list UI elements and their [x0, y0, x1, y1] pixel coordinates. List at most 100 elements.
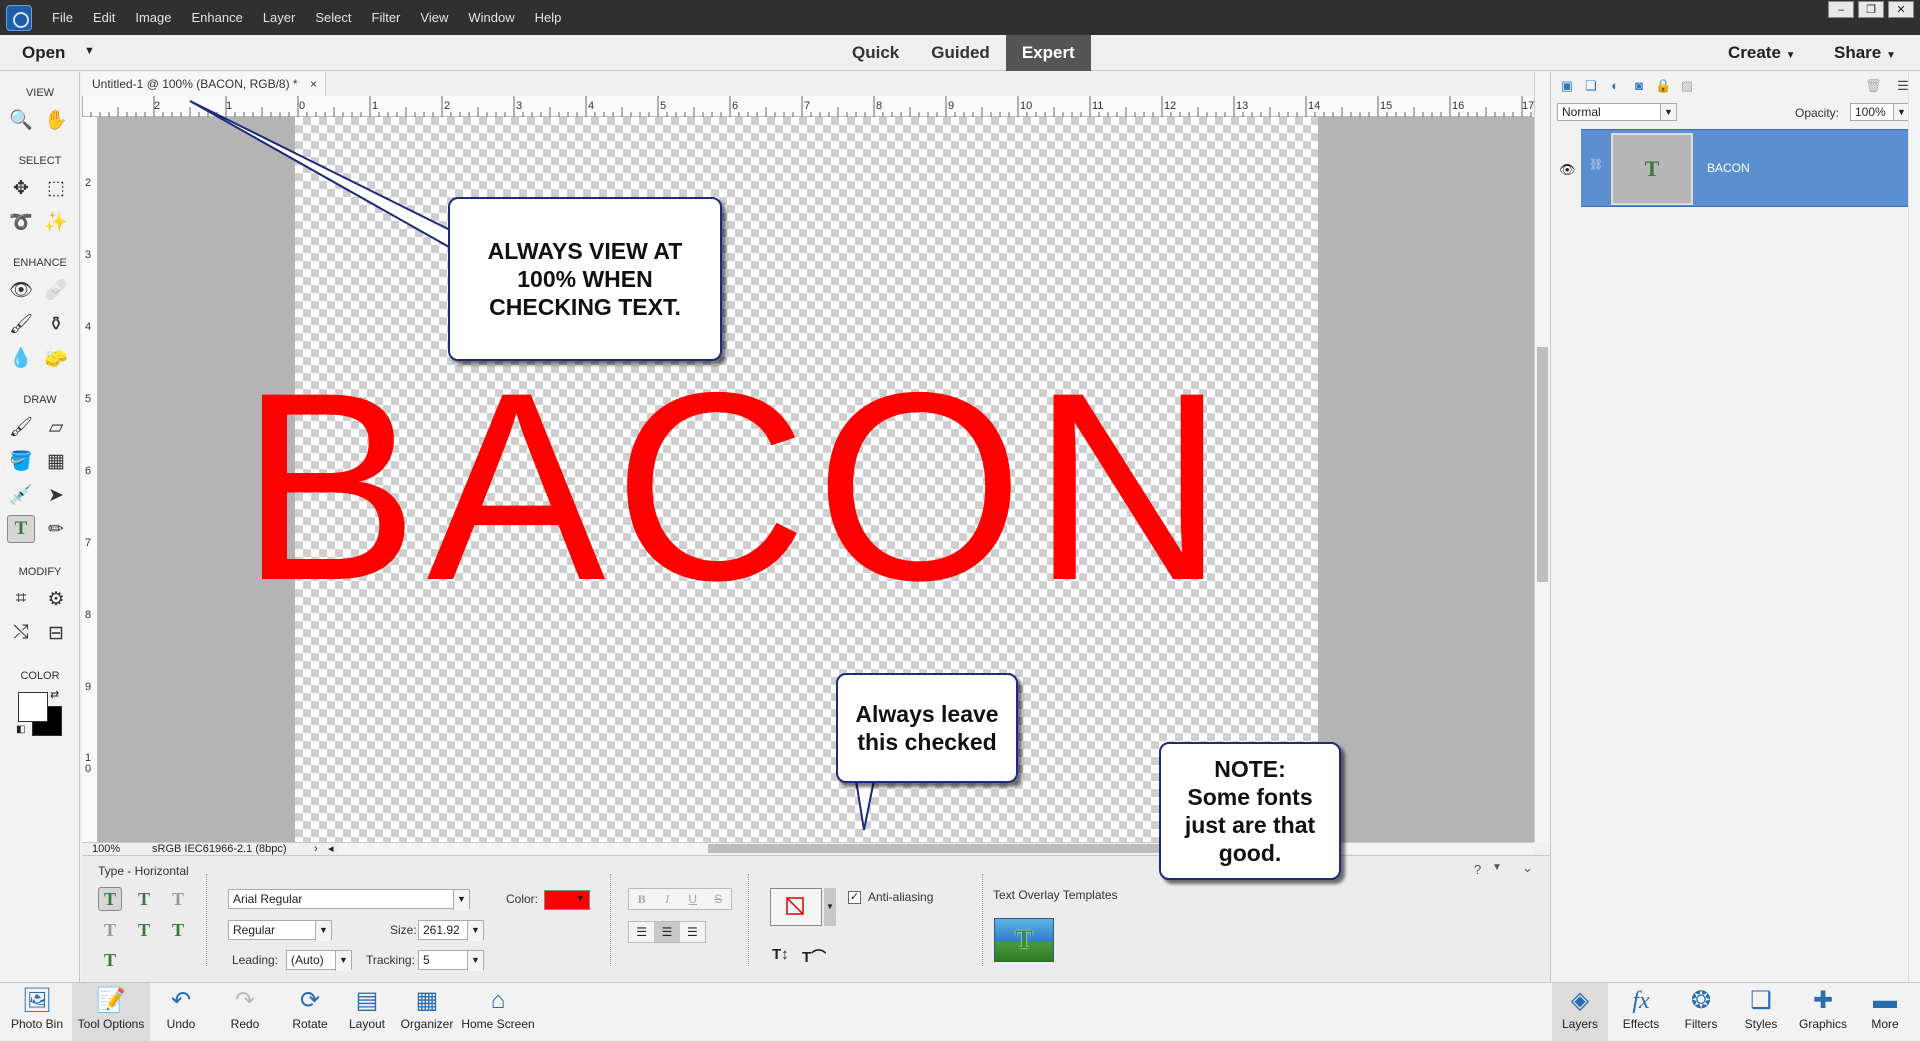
layer-mask-icon[interactable]: ◙	[1631, 78, 1647, 94]
opacity-field[interactable]: 100% ▼	[1850, 103, 1910, 121]
text-on-path-icon[interactable]: T⌒	[802, 946, 826, 967]
vertical-mask-icon[interactable]: T	[98, 918, 122, 942]
collapse-options-icon[interactable]: ⌄	[1522, 860, 1533, 876]
menu-filter[interactable]: Filter	[362, 10, 411, 25]
layer-row[interactable]: ⛓ T BACON	[1581, 129, 1920, 207]
menu-help[interactable]: Help	[525, 10, 572, 25]
canvas-text-layer[interactable]: BACON	[240, 352, 1280, 620]
redo-button[interactable]: ↷ Redo	[222, 983, 268, 1041]
underline-button[interactable]: U	[680, 889, 706, 909]
spot-healing-icon[interactable]: 🩹	[42, 276, 70, 304]
paragraph-type-icon[interactable]: T	[132, 918, 156, 942]
move-icon[interactable]: ✥	[7, 174, 35, 202]
eyedropper-icon[interactable]: 💉	[7, 481, 35, 509]
vertical-type-icon[interactable]: T	[132, 887, 156, 911]
blur-icon[interactable]: 💧	[7, 344, 35, 372]
new-layer-icon[interactable]: ▣	[1559, 78, 1575, 94]
mode-expert[interactable]: Expert	[1005, 35, 1091, 71]
horizontal-mask-icon[interactable]: T	[166, 887, 190, 911]
menu-edit[interactable]: Edit	[83, 10, 125, 25]
strikethrough-button[interactable]: S	[706, 889, 732, 909]
layer-name[interactable]: BACON	[1707, 161, 1750, 175]
gradient-icon[interactable]: ▦	[42, 447, 70, 475]
align-right-icon[interactable]: ☰	[680, 922, 705, 942]
swap-colors-icon[interactable]: ⇄	[50, 688, 59, 701]
magic-wand-icon[interactable]: ✨	[42, 208, 70, 236]
tracking-field[interactable]: 5 ▼	[418, 950, 484, 971]
anti-aliasing-checkbox[interactable]: ✓	[848, 891, 861, 904]
new-group-icon[interactable]: ❏	[1583, 78, 1599, 94]
shape-type-icon[interactable]: T	[166, 918, 190, 942]
brush-icon[interactable]: 🖌	[7, 413, 35, 441]
italic-button[interactable]: I	[655, 889, 681, 909]
leading-field[interactable]: (Auto) ▼	[286, 950, 352, 971]
horizontal-scroll-thumb[interactable]	[708, 844, 1188, 853]
filters-button[interactable]: ❂ Filters	[1674, 983, 1728, 1041]
lasso-icon[interactable]: ➰	[7, 208, 35, 236]
paint-bucket-icon[interactable]: 🪣	[7, 447, 35, 475]
menu-layer[interactable]: Layer	[253, 10, 306, 25]
type-icon[interactable]: T	[7, 515, 35, 543]
hand-icon[interactable]: ✋	[42, 106, 70, 134]
mode-quick[interactable]: Quick	[836, 35, 915, 71]
panel-scrollbar[interactable]	[1908, 72, 1920, 982]
align-center-icon[interactable]: ☰	[654, 922, 680, 942]
lock-all-icon[interactable]: 🔒	[1655, 78, 1671, 94]
link-icon[interactable]: ⛓	[1589, 158, 1603, 171]
menu-enhance[interactable]: Enhance	[182, 10, 253, 25]
document-tab[interactable]: Untitled-1 @ 100% (BACON, RGB/8) * ×	[82, 72, 326, 96]
styles-button[interactable]: ❑ Styles	[1734, 983, 1788, 1041]
text-template-thumbnail[interactable]: T	[994, 918, 1054, 962]
menu-select[interactable]: Select	[305, 10, 361, 25]
restore-button[interactable]: ❐	[1858, 1, 1884, 18]
straighten-icon[interactable]: ⊟	[42, 619, 70, 647]
home-screen-button[interactable]: ⌂ Home Screen	[458, 983, 538, 1041]
recompose-icon[interactable]: ⚙	[42, 585, 70, 613]
bold-button[interactable]: B	[629, 889, 655, 909]
layout-button[interactable]: ▤ Layout	[342, 983, 392, 1041]
help-dropdown-icon[interactable]: ▼	[1492, 862, 1502, 873]
delete-layer-icon[interactable]: 🗑	[1865, 78, 1882, 94]
mode-guided[interactable]: Guided	[915, 35, 1006, 71]
rotate-button[interactable]: ⟳ Rotate	[282, 983, 338, 1041]
help-icon[interactable]: ?	[1474, 862, 1481, 877]
menu-file[interactable]: File	[42, 10, 83, 25]
eraser-icon[interactable]: ▱	[42, 413, 70, 441]
graphics-button[interactable]: ✚ Graphics	[1792, 983, 1854, 1041]
close-window-button[interactable]: ✕	[1888, 1, 1914, 18]
path-type-icon[interactable]: T	[98, 948, 122, 972]
menu-view[interactable]: View	[410, 10, 458, 25]
horizontal-type-icon[interactable]: T	[98, 887, 122, 911]
crop-icon[interactable]: ⌗	[7, 585, 35, 613]
adjustment-layer-icon[interactable]: ◐	[1607, 78, 1623, 94]
chevron-down-icon[interactable]: ▼	[576, 893, 585, 903]
visibility-eye-icon[interactable]: 👁	[1559, 162, 1576, 178]
smart-brush-icon[interactable]: 🖌	[7, 310, 35, 338]
share-button[interactable]: Share ▼	[1834, 43, 1896, 63]
vertical-scrollbar[interactable]	[1534, 72, 1550, 842]
warp-dropdown-icon[interactable]: ▼	[824, 888, 836, 926]
more-button[interactable]: ▬ More	[1860, 983, 1910, 1041]
tool-options-button[interactable]: 📝 Tool Options	[72, 983, 150, 1041]
create-button[interactable]: Create ▼	[1728, 43, 1796, 63]
pencil-icon[interactable]: ✏	[42, 515, 70, 543]
organizer-button[interactable]: ▦ Organizer	[398, 983, 456, 1041]
font-size-field[interactable]: 261.92 ▼	[418, 920, 484, 941]
horizontal-scrollbar[interactable]	[338, 843, 1534, 854]
warp-text-button[interactable]	[770, 888, 822, 926]
lock-transparent-icon[interactable]: ▨	[1679, 78, 1695, 94]
open-button[interactable]: Open	[22, 43, 65, 63]
blend-mode-select[interactable]: Normal ▼	[1557, 103, 1677, 121]
font-style-select[interactable]: Regular ▼	[228, 920, 332, 941]
content-aware-move-icon[interactable]: ⤭	[7, 619, 35, 647]
open-dropdown-icon[interactable]: ▼	[84, 45, 95, 57]
minimize-button[interactable]: –	[1828, 1, 1854, 18]
foreground-color-swatch[interactable]	[18, 692, 48, 722]
zoom-icon[interactable]: 🔍	[7, 106, 35, 134]
photo-bin-button[interactable]: 🖼 Photo Bin	[4, 983, 70, 1041]
align-left-icon[interactable]: ☰	[629, 922, 654, 942]
layers-button[interactable]: ◈ Layers	[1552, 983, 1608, 1041]
vertical-scroll-thumb[interactable]	[1537, 347, 1548, 582]
default-colors-icon[interactable]: ◧	[16, 724, 25, 735]
sponge-icon[interactable]: 🧽	[42, 344, 70, 372]
